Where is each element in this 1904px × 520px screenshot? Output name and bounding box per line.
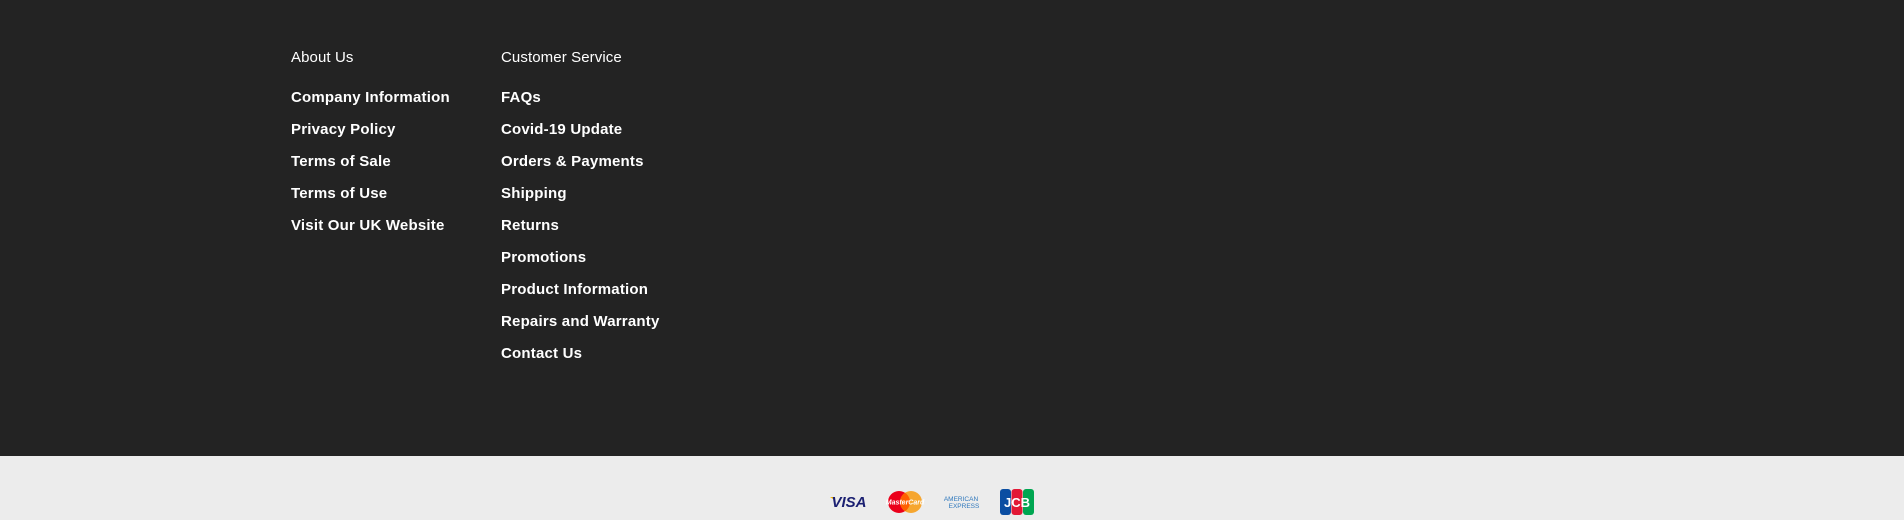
link-promotions[interactable]: Promotions — [501, 247, 586, 269]
amex-label-bottom: EXPRESS — [949, 503, 980, 510]
payment-icons: VISA MasterCard AMERICAN EXPRESS JCB — [829, 488, 1037, 516]
mastercard-label: MasterCard — [886, 500, 925, 507]
american-express-icon: AMERICAN EXPRESS — [941, 488, 981, 516]
mastercard-icon: MasterCard — [885, 488, 925, 516]
link-repairs-warranty[interactable]: Repairs and Warranty — [501, 311, 660, 333]
payment-methods-bar: VISA MasterCard AMERICAN EXPRESS JCB — [0, 456, 1904, 520]
list-item: Returns — [501, 215, 660, 247]
list-item: Privacy Policy — [291, 119, 450, 151]
customer-service-heading: Customer Service — [501, 49, 622, 66]
link-orders-payments[interactable]: Orders & Payments — [501, 151, 644, 173]
link-faqs[interactable]: FAQs — [501, 87, 541, 109]
link-contact-us[interactable]: Contact Us — [501, 343, 582, 365]
link-company-information[interactable]: Company Information — [291, 87, 450, 109]
jcb-label: JCB — [1004, 495, 1030, 510]
list-item: Shipping — [501, 183, 660, 215]
visa-label: VISA — [831, 494, 866, 511]
list-item: FAQs — [501, 87, 660, 119]
list-item: Orders & Payments — [501, 151, 660, 183]
link-shipping[interactable]: Shipping — [501, 183, 567, 205]
list-item: Visit Our UK Website — [291, 215, 450, 247]
list-item: Terms of Use — [291, 183, 450, 215]
customer-service-links: FAQs Covid-19 Update Orders & Payments S… — [501, 87, 660, 375]
link-uk-website[interactable]: Visit Our UK Website — [291, 215, 444, 237]
jcb-icon: JCB — [997, 488, 1037, 516]
about-us-heading: About Us — [291, 49, 354, 66]
visa-icon: VISA — [829, 488, 869, 516]
list-item: Contact Us — [501, 343, 660, 375]
list-item: Terms of Sale — [291, 151, 450, 183]
footer-links-section: About Us Company Information Privacy Pol… — [0, 0, 1904, 456]
link-terms-of-use[interactable]: Terms of Use — [291, 183, 387, 205]
list-item: Repairs and Warranty — [501, 311, 660, 343]
list-item: Covid-19 Update — [501, 119, 660, 151]
link-returns[interactable]: Returns — [501, 215, 559, 237]
link-product-information[interactable]: Product Information — [501, 279, 648, 301]
about-us-links: Company Information Privacy Policy Terms… — [291, 87, 450, 247]
list-item: Promotions — [501, 247, 660, 279]
list-item: Product Information — [501, 279, 660, 311]
list-item: Company Information — [291, 87, 450, 119]
link-terms-of-sale[interactable]: Terms of Sale — [291, 151, 391, 173]
amex-label-top: AMERICAN — [944, 496, 979, 503]
link-covid-update[interactable]: Covid-19 Update — [501, 119, 622, 141]
link-privacy-policy[interactable]: Privacy Policy — [291, 119, 396, 141]
